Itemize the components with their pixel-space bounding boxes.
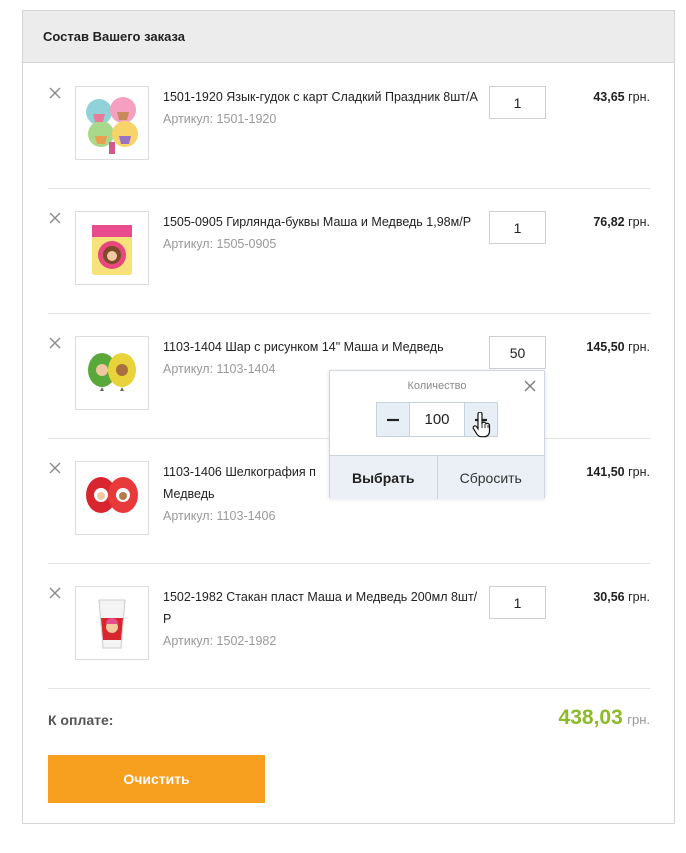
item-price: 76,82 грн. [593, 215, 650, 229]
clear-cart-button[interactable]: Очистить [48, 755, 265, 803]
product-image[interactable] [75, 211, 149, 285]
quantity-value-input[interactable] [409, 403, 465, 436]
total-value: 438,03 грн. [559, 706, 650, 730]
remove-item-icon[interactable] [48, 86, 62, 100]
remove-item-icon[interactable] [48, 586, 62, 600]
product-sku: Артикул: 1505-0905 [163, 237, 277, 251]
product-name-line2: Медведь [163, 487, 215, 501]
item-price-value: 141,50 [586, 465, 625, 479]
product-image[interactable] [75, 461, 149, 535]
cart-item: 1501-1920 Язык-гудок с карт Сладкий Праз… [48, 64, 650, 189]
product-image[interactable] [75, 336, 149, 410]
decrement-button[interactable] [377, 403, 409, 436]
item-price-currency: грн. [628, 215, 650, 229]
item-price-currency: грн. [628, 340, 650, 354]
select-button[interactable]: Выбрать [330, 456, 438, 499]
order-title: Состав Вашего заказа [43, 29, 186, 44]
product-name[interactable]: 1501-1920 Язык-гудок с карт Сладкий Праз… [163, 86, 478, 108]
product-sku: Артикул: 1103-1406 [163, 509, 276, 523]
item-price: 145,50 грн. [586, 340, 650, 354]
remove-item-icon[interactable] [48, 211, 62, 225]
close-icon[interactable] [524, 379, 536, 392]
item-price-currency: грн. [628, 90, 650, 104]
item-price-currency: грн. [628, 465, 650, 479]
order-header: Состав Вашего заказа [23, 11, 674, 63]
quantity-stepper [376, 402, 498, 437]
item-price-value: 76,82 [593, 215, 625, 229]
item-price-value: 43,65 [593, 90, 625, 104]
cart-item: 1502-1982 Стакан пласт Маша и Медведь 20… [48, 564, 650, 689]
quantity-input[interactable] [489, 336, 546, 369]
item-price-value: 145,50 [586, 340, 625, 354]
product-image[interactable] [75, 86, 149, 160]
product-sku: Артикул: 1502-1982 [163, 634, 277, 648]
quantity-input[interactable] [489, 586, 546, 619]
total-label: К оплате: [48, 712, 114, 728]
product-name[interactable]: 1103-1404 Шар с рисунком 14" Маша и Медв… [163, 336, 478, 358]
order-total: К оплате: 438,03 грн. [48, 706, 650, 736]
product-sku: Артикул: 1501-1920 [163, 112, 277, 126]
item-price: 141,50 грн. [586, 465, 650, 479]
remove-item-icon[interactable] [48, 336, 62, 350]
quantity-input[interactable] [489, 211, 546, 244]
item-price-value: 30,56 [593, 590, 625, 604]
remove-item-icon[interactable] [48, 461, 62, 475]
increment-button[interactable] [465, 403, 497, 436]
total-currency: грн. [627, 712, 650, 727]
quantity-input[interactable] [489, 86, 546, 119]
plus-icon [475, 413, 487, 426]
item-price-currency: грн. [628, 590, 650, 604]
popup-title: Количество [407, 380, 467, 392]
cart-item: 1505-0905 Гирлянда-буквы Маша и Медведь … [48, 189, 650, 314]
product-name[interactable]: 1505-0905 Гирлянда-буквы Маша и Медведь … [163, 211, 478, 233]
product-name[interactable]: 1502-1982 Стакан пласт Маша и Медведь 20… [163, 586, 478, 630]
total-amount: 438,03 [558, 706, 623, 729]
item-price: 43,65 грн. [593, 90, 650, 104]
reset-button[interactable]: Сбросить [437, 456, 544, 499]
minus-icon [387, 418, 399, 421]
popup-actions: Выбрать Сбросить [330, 455, 544, 499]
item-price: 30,56 грн. [593, 590, 650, 604]
quantity-popup: Количество Выбрать Сбросить [329, 370, 545, 499]
product-image[interactable] [75, 586, 149, 660]
product-name-line1: 1103-1406 Шелкография п [163, 465, 316, 479]
